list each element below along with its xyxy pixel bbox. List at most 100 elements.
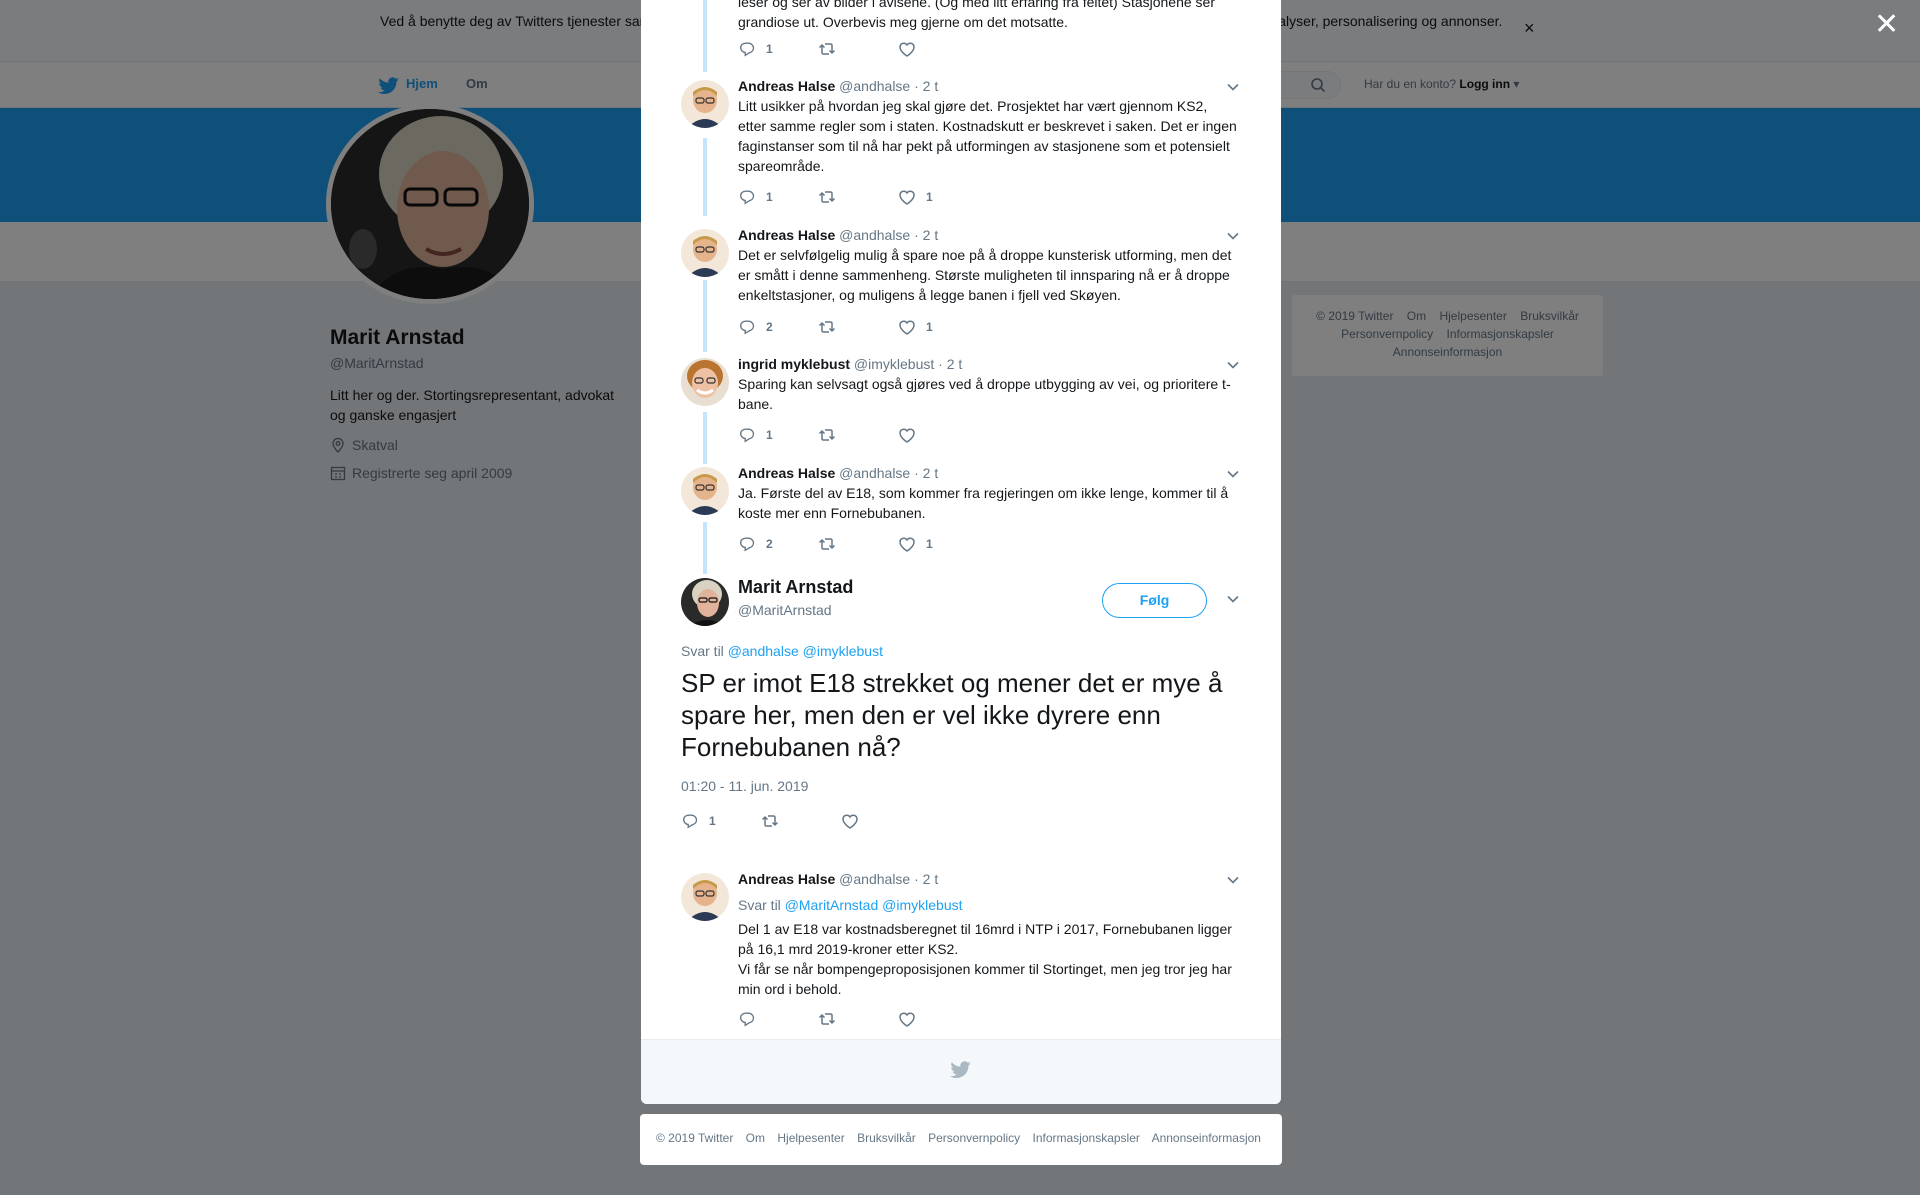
retweet-icon bbox=[818, 191, 836, 203]
tweet-header: Andreas Halse @andhalse · 2 t bbox=[738, 465, 938, 481]
main-tweet-reply-context: Svar til @andhalse @imyklebust bbox=[681, 641, 1241, 661]
chevron-down-icon[interactable] bbox=[1226, 358, 1240, 372]
avatar[interactable] bbox=[681, 358, 729, 406]
retweet-button[interactable] bbox=[761, 812, 779, 830]
main-tweet-timestamp[interactable]: 01:20 - 11. jun. 2019 bbox=[681, 778, 808, 794]
modal-bottom-footer: © 2019 Twitter Om Hjelpesenter Bruksvilk… bbox=[640, 1114, 1282, 1165]
reply-icon bbox=[740, 320, 755, 334]
tweet-actions: 1 1 bbox=[738, 188, 1038, 208]
footer-terms-link[interactable]: Bruksvilkår bbox=[857, 1131, 916, 1145]
footer-copyright: © 2019 Twitter bbox=[656, 1131, 734, 1145]
reply-count: 2 bbox=[766, 537, 773, 551]
retweet-icon bbox=[818, 1013, 836, 1025]
footer-privacy-link[interactable]: Personvernpolicy bbox=[928, 1131, 1020, 1145]
reply-count: 1 bbox=[766, 42, 773, 56]
mention-link[interactable]: @MaritArnstad bbox=[785, 897, 879, 913]
avatar[interactable] bbox=[681, 873, 729, 921]
like-count: 1 bbox=[926, 190, 933, 204]
avatar[interactable] bbox=[681, 80, 729, 128]
tweet-time[interactable]: · 2 t bbox=[914, 78, 938, 94]
tweet-time[interactable]: · 2 t bbox=[914, 465, 938, 481]
retweet-button[interactable] bbox=[818, 188, 836, 206]
reply-count: 1 bbox=[709, 814, 716, 828]
thread-line bbox=[703, 138, 707, 216]
retweet-button[interactable] bbox=[818, 535, 836, 553]
reply-icon bbox=[740, 42, 755, 56]
tweet-time[interactable]: · 2 t bbox=[938, 356, 962, 372]
reply-context: Svar til @MaritArnstad @imyklebust bbox=[738, 895, 1238, 915]
thread-line bbox=[703, 0, 707, 72]
reply-icon bbox=[740, 1012, 755, 1026]
tweet-header: Andreas Halse @andhalse · 2 t bbox=[738, 871, 938, 887]
tweet-time[interactable]: · 2 t bbox=[914, 871, 938, 887]
chevron-down-icon[interactable] bbox=[1226, 80, 1240, 94]
like-button[interactable] bbox=[898, 426, 916, 444]
reply-button[interactable] bbox=[738, 1010, 756, 1028]
retweet-icon bbox=[761, 815, 779, 827]
tweet-header: ingrid myklebust @imyklebust · 2 t bbox=[738, 356, 962, 372]
tweet-author-name[interactable]: Andreas Halse bbox=[738, 78, 835, 94]
thread-line bbox=[703, 412, 707, 464]
retweet-icon bbox=[818, 429, 836, 441]
avatar[interactable] bbox=[681, 467, 729, 515]
reply-button[interactable]: 1 bbox=[738, 40, 773, 58]
retweet-button[interactable] bbox=[818, 1010, 836, 1028]
tweet-author-handle[interactable]: @imyklebust bbox=[854, 356, 934, 372]
mention-link[interactable]: @imyklebust bbox=[803, 643, 883, 659]
tweet-text: Del 1 av E18 var kostnadsberegnet til 16… bbox=[738, 921, 1232, 957]
chevron-down-icon[interactable] bbox=[1226, 229, 1240, 243]
close-modal-icon[interactable]: ✕ bbox=[1874, 10, 1899, 40]
tweet-modal: leser og ser av bilder i avisene. (Og me… bbox=[641, 0, 1281, 1104]
footer-cookies-link[interactable]: Informasjonskapsler bbox=[1033, 1131, 1140, 1145]
like-button[interactable]: 1 bbox=[898, 535, 933, 553]
tweet-author-handle[interactable]: @andhalse bbox=[839, 871, 910, 887]
main-tweet-author-name[interactable]: Marit Arnstad bbox=[738, 577, 853, 598]
like-button[interactable]: 1 bbox=[898, 188, 933, 206]
mention-link[interactable]: @andhalse bbox=[728, 643, 799, 659]
retweet-button[interactable] bbox=[818, 40, 836, 58]
reply-icon bbox=[740, 190, 755, 204]
follow-button[interactable]: Følg bbox=[1102, 583, 1207, 618]
like-icon bbox=[899, 428, 915, 443]
tweet-author-handle[interactable]: @andhalse bbox=[839, 465, 910, 481]
footer-ads-link[interactable]: Annonseinformasjon bbox=[1152, 1131, 1261, 1145]
reply-button[interactable]: 2 bbox=[738, 535, 773, 553]
tweet-text: Ja. Første del av E18, som kommer fra re… bbox=[738, 485, 1229, 521]
like-icon bbox=[899, 537, 915, 552]
retweet-icon bbox=[818, 43, 836, 55]
main-tweet-actions: 1 bbox=[681, 812, 981, 832]
footer-help-link[interactable]: Hjelpesenter bbox=[777, 1131, 844, 1145]
avatar[interactable] bbox=[681, 578, 729, 626]
footer-about-link[interactable]: Om bbox=[746, 1131, 765, 1145]
retweet-button[interactable] bbox=[818, 318, 836, 336]
like-button[interactable]: 1 bbox=[898, 318, 933, 336]
mention-link[interactable]: @imyklebust bbox=[882, 897, 962, 913]
tweet-author-name[interactable]: Andreas Halse bbox=[738, 871, 835, 887]
tweet-text: leser og ser av bilder i avisene. (Og me… bbox=[738, 0, 1215, 30]
retweet-button[interactable] bbox=[818, 426, 836, 444]
chevron-down-icon[interactable] bbox=[1226, 873, 1240, 887]
tweet-author-name[interactable]: Andreas Halse bbox=[738, 465, 835, 481]
reply-button[interactable]: 1 bbox=[681, 812, 716, 830]
reply-button[interactable]: 1 bbox=[738, 426, 773, 444]
reply-count: 2 bbox=[766, 320, 773, 334]
tweet-time[interactable]: · 2 t bbox=[914, 227, 938, 243]
reply-button[interactable]: 1 bbox=[738, 188, 773, 206]
chevron-down-icon[interactable] bbox=[1226, 467, 1240, 481]
avatar[interactable] bbox=[681, 229, 729, 277]
tweet-author-handle[interactable]: @andhalse bbox=[839, 78, 910, 94]
thread-line bbox=[703, 280, 707, 352]
main-tweet-author-handle[interactable]: @MaritArnstad bbox=[738, 602, 832, 618]
chevron-down-icon[interactable] bbox=[1226, 592, 1240, 606]
tweet-text: Sparing kan selvsagt også gjøres ved å d… bbox=[738, 376, 1231, 412]
like-button[interactable] bbox=[898, 1010, 916, 1028]
tweet-text: Det er selvfølgelig mulig å spare noe på… bbox=[738, 247, 1232, 303]
like-button[interactable] bbox=[841, 812, 859, 830]
reply-icon bbox=[683, 814, 698, 828]
like-button[interactable] bbox=[898, 40, 916, 58]
tweet-author-name[interactable]: ingrid myklebust bbox=[738, 356, 850, 372]
tweet-author-name[interactable]: Andreas Halse bbox=[738, 227, 835, 243]
reply-button[interactable]: 2 bbox=[738, 318, 773, 336]
tweet-text: Litt usikker på hvordan jeg skal gjøre d… bbox=[738, 98, 1237, 174]
tweet-author-handle[interactable]: @andhalse bbox=[839, 227, 910, 243]
